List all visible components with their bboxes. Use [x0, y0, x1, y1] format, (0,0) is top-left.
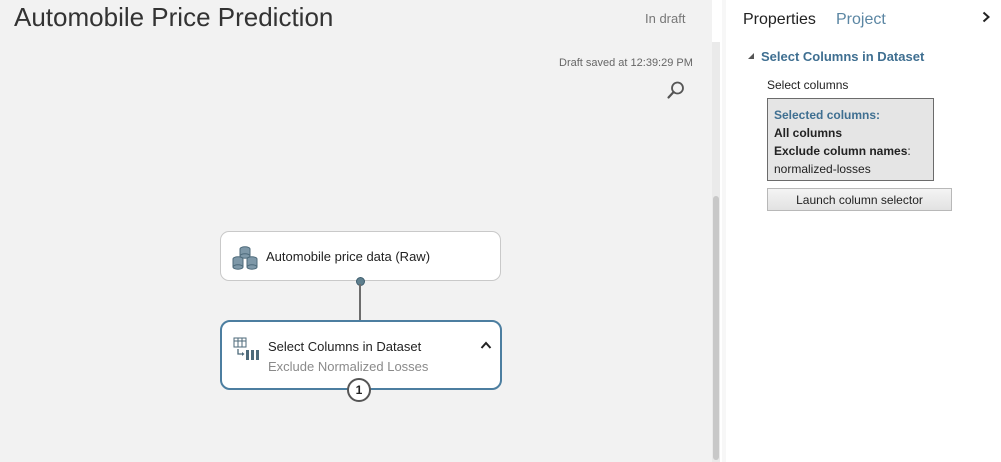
launch-column-selector-button[interactable]: Launch column selector: [767, 188, 952, 211]
excluded-column-value: normalized-losses: [774, 162, 871, 176]
module-dataset-node[interactable]: Automobile price data (Raw): [220, 231, 501, 281]
section-title[interactable]: Select Columns in Dataset: [761, 49, 924, 64]
experiment-canvas[interactable]: Automobile Price Prediction In draft Dra…: [0, 0, 712, 462]
all-columns-label: All columns: [774, 126, 843, 140]
module-subtitle: Exclude Normalized Losses: [268, 359, 429, 374]
tab-properties[interactable]: Properties: [743, 11, 816, 29]
parameter-label: Select columns: [767, 78, 849, 92]
exclude-columns-label: Exclude column names: [774, 144, 908, 158]
selected-columns-heading: Selected columns:: [774, 108, 881, 122]
select-columns-icon: [233, 337, 259, 360]
chevron-up-icon[interactable]: [480, 340, 492, 350]
module-title: Select Columns in Dataset: [268, 339, 422, 354]
triangle-down-icon[interactable]: [747, 52, 755, 60]
connection-line: [359, 284, 361, 322]
properties-pane: Properties Project Select Columns in Dat…: [726, 0, 1001, 462]
exclude-colon: :: [907, 144, 911, 158]
experiment-title: Automobile Price Prediction: [14, 2, 334, 32]
column-selection-summary[interactable]: Selected columns: All columns Exclude co…: [767, 98, 934, 181]
search-icon[interactable]: [666, 80, 686, 100]
draft-saved-text: Draft saved at 12:39:29 PM: [559, 57, 693, 69]
dataset-icon: [232, 246, 258, 270]
experiment-status: In draft: [645, 11, 686, 26]
scrollbar-thumb[interactable]: [713, 196, 719, 460]
tab-project[interactable]: Project: [836, 11, 886, 29]
chevron-right-icon[interactable]: [981, 11, 991, 23]
module-badge: 1: [347, 378, 371, 402]
module-title: Automobile price data (Raw): [266, 249, 431, 264]
